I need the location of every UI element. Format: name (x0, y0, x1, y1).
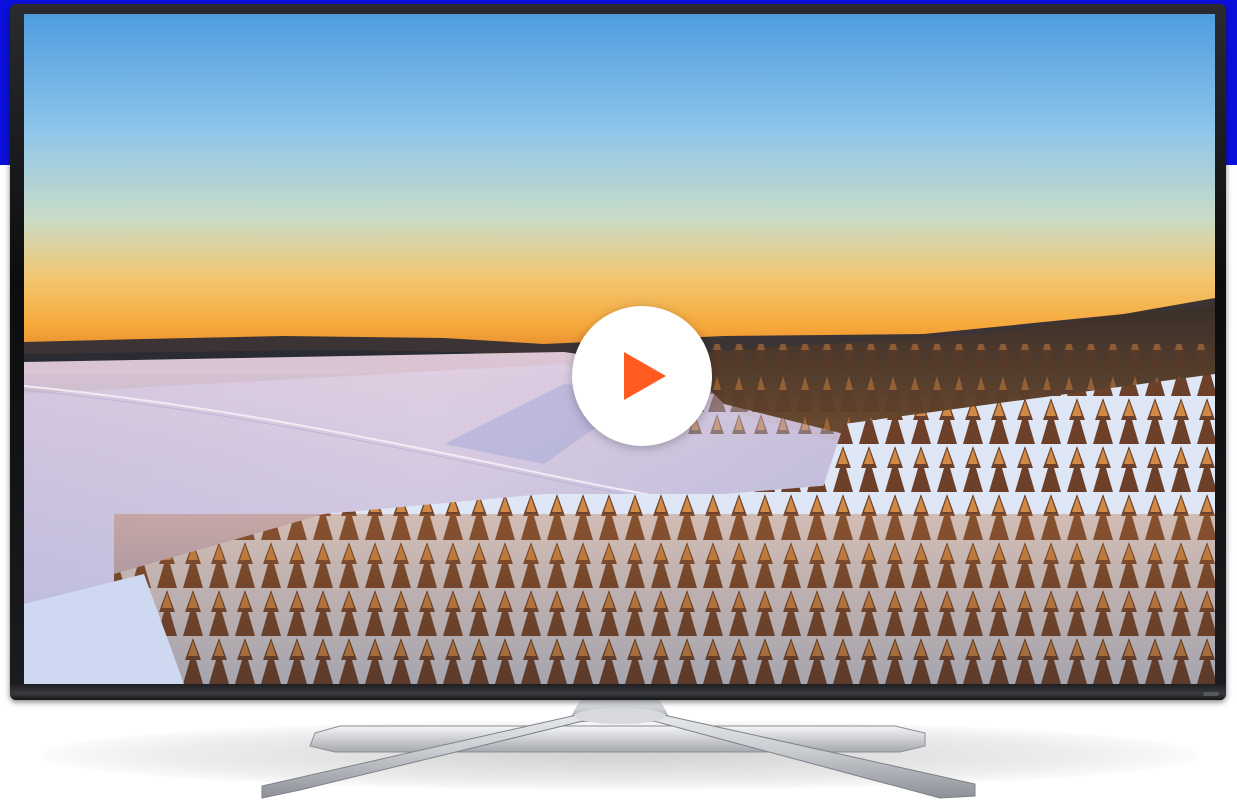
play-button[interactable] (572, 306, 712, 446)
tv-bezel-bottom (10, 684, 1226, 700)
power-indicator (1203, 692, 1219, 696)
page (0, 0, 1237, 800)
tv-floor-shadow (40, 720, 1200, 790)
video-screen[interactable] (24, 14, 1215, 684)
play-icon (624, 352, 666, 400)
